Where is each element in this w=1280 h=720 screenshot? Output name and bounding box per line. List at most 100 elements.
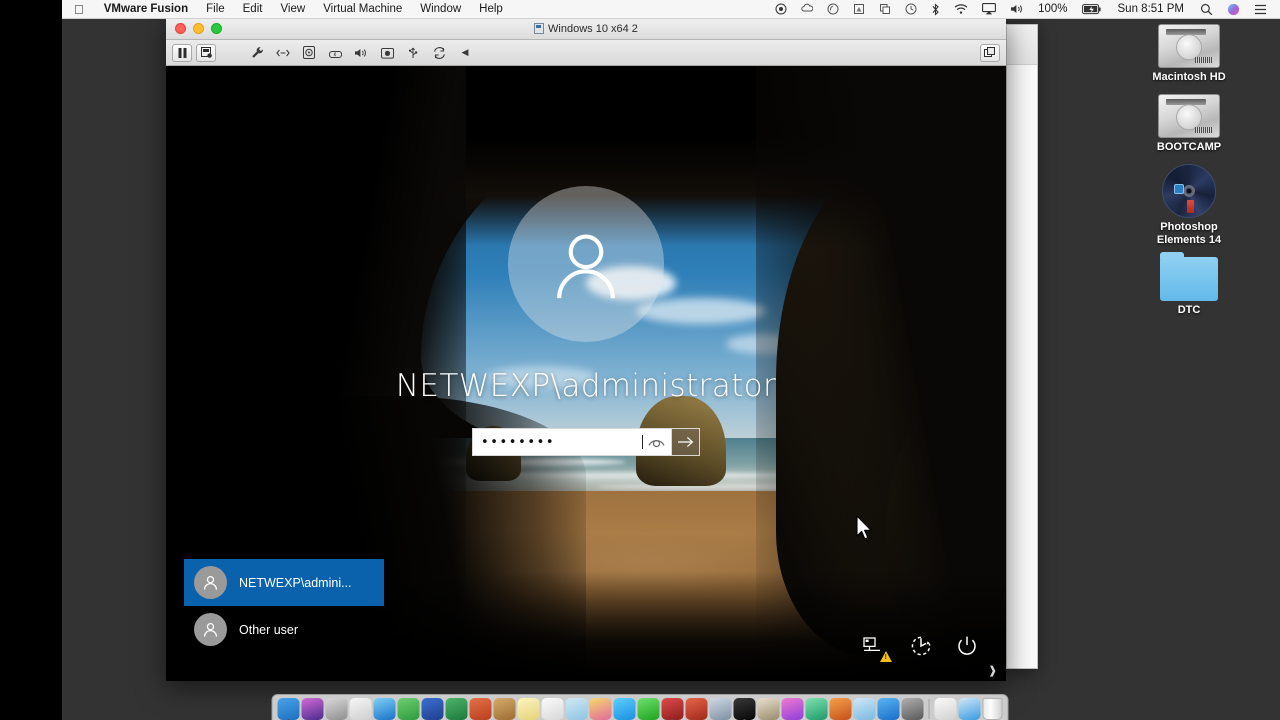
usb-icon[interactable] bbox=[402, 43, 424, 63]
dock-app-google-chrome[interactable] bbox=[349, 698, 372, 720]
dock-app-facetime[interactable] bbox=[637, 698, 660, 720]
menu-view[interactable]: View bbox=[271, 0, 314, 18]
copy-icon[interactable] bbox=[872, 0, 898, 18]
folder-icon bbox=[1160, 252, 1218, 301]
menu-app-name[interactable]: VMware Fusion bbox=[95, 0, 197, 18]
disc-icon bbox=[1162, 164, 1216, 218]
dock-app-microsoft-word[interactable] bbox=[421, 698, 444, 720]
dock-app-microsoft-excel[interactable] bbox=[445, 698, 468, 720]
ease-of-access-icon[interactable] bbox=[908, 633, 934, 659]
menu-file[interactable]: File bbox=[197, 0, 234, 18]
user-list-item-other-user[interactable]: Other user bbox=[184, 606, 384, 653]
sync-icon[interactable] bbox=[428, 43, 450, 63]
unity-view-button[interactable] bbox=[980, 43, 1000, 62]
user-list-item-administrator[interactable]: NETWEXP\admini... bbox=[184, 559, 384, 606]
menu-help[interactable]: Help bbox=[470, 0, 512, 18]
vm-title-icon bbox=[534, 23, 545, 34]
pause-button[interactable] bbox=[172, 43, 192, 62]
person-icon bbox=[557, 234, 615, 299]
volume-icon[interactable] bbox=[1003, 0, 1031, 18]
left-bezel bbox=[0, 0, 62, 720]
user-list-label: Other user bbox=[239, 622, 299, 637]
dock-app-microsoft-powerpoint[interactable] bbox=[469, 698, 492, 720]
dock-app-finder[interactable] bbox=[277, 698, 300, 720]
power-icon[interactable] bbox=[954, 633, 980, 659]
macos-menubar:  VMware Fusion File Edit View Virtual M… bbox=[62, 0, 1280, 19]
wifi-icon[interactable] bbox=[947, 0, 975, 18]
reveal-password-icon[interactable] bbox=[643, 436, 669, 448]
user-avatar bbox=[508, 186, 664, 342]
apple-menu-icon[interactable]:  bbox=[62, 0, 95, 18]
dock-app-vmware-remote[interactable] bbox=[685, 698, 708, 720]
mouse-cursor bbox=[856, 515, 874, 546]
creative-cloud-icon[interactable] bbox=[794, 0, 820, 18]
dropbox-icon[interactable] bbox=[846, 0, 872, 18]
vm-titlebar[interactable]: Windows 10 x64 2 bbox=[166, 18, 1006, 40]
menubar-clock[interactable]: Sun 8:51 PM bbox=[1109, 3, 1193, 15]
dock-app-virtualbox[interactable] bbox=[709, 698, 732, 720]
dock-app-google-drive[interactable] bbox=[397, 698, 420, 720]
record-icon[interactable] bbox=[768, 0, 794, 18]
dock-app-photos[interactable] bbox=[589, 698, 612, 720]
vm-toolbar: ◀ bbox=[166, 40, 1006, 66]
airdrop-icon[interactable] bbox=[820, 0, 846, 18]
dock-app-reminders[interactable] bbox=[541, 698, 564, 720]
submit-password-button[interactable] bbox=[672, 428, 700, 456]
dock-recent-blue-disc[interactable] bbox=[958, 698, 981, 720]
background-window[interactable] bbox=[1006, 24, 1038, 669]
settings-wrench-icon[interactable] bbox=[246, 43, 268, 63]
menu-edit[interactable]: Edit bbox=[234, 0, 272, 18]
notification-center-icon[interactable] bbox=[1247, 0, 1274, 18]
dock-recent-document-stack[interactable] bbox=[934, 698, 957, 720]
dock-app-safari[interactable] bbox=[373, 698, 396, 720]
dock-app-notes[interactable] bbox=[517, 698, 540, 720]
dock-app-system-preferences[interactable] bbox=[901, 698, 924, 720]
sound-icon[interactable] bbox=[350, 43, 372, 63]
avatar bbox=[194, 613, 227, 646]
search-icon[interactable] bbox=[1193, 0, 1220, 18]
dock-app-handbrake[interactable] bbox=[805, 698, 828, 720]
network-status-icon[interactable] bbox=[862, 633, 892, 662]
hard-disk-icon[interactable] bbox=[298, 43, 320, 63]
user-list-label: NETWEXP\admini... bbox=[239, 575, 352, 590]
dock-app-launchpad[interactable] bbox=[325, 698, 348, 720]
harddisk-icon bbox=[1158, 94, 1220, 138]
background-window-titlebar bbox=[1007, 25, 1037, 65]
person-icon bbox=[203, 575, 218, 590]
menu-window[interactable]: Window bbox=[411, 0, 470, 18]
collapse-arrow-icon[interactable]: ◀ bbox=[454, 43, 476, 63]
desktop-icon-dtc[interactable]: DTC bbox=[1134, 252, 1244, 317]
window-resize-handle[interactable]: ❱ bbox=[988, 664, 997, 677]
desktop-icon-label: Macintosh HD bbox=[1152, 71, 1226, 83]
dock-app-siri[interactable] bbox=[301, 698, 324, 720]
dock-app-contacts[interactable] bbox=[493, 698, 516, 720]
password-input[interactable]: •••••••• bbox=[472, 428, 672, 456]
lockscreen-controls bbox=[862, 633, 980, 662]
dock-app-ibooks[interactable] bbox=[829, 698, 852, 720]
desktop-icon-macintosh-hd[interactable]: Macintosh HD bbox=[1134, 24, 1244, 84]
dock-app-gimp[interactable] bbox=[757, 698, 780, 720]
battery-icon[interactable] bbox=[1075, 0, 1109, 18]
snapshot-button[interactable] bbox=[196, 43, 216, 62]
desktop-icon-bootcamp[interactable]: BOOTCAMP bbox=[1134, 94, 1244, 154]
dock-trash-icon[interactable] bbox=[982, 698, 1003, 720]
dock-app-airdrop[interactable] bbox=[853, 698, 876, 720]
dock-app-messages[interactable] bbox=[613, 698, 636, 720]
printer-icon[interactable] bbox=[324, 43, 346, 63]
dock-app-vmware-fusion[interactable] bbox=[661, 698, 684, 720]
airplay-icon[interactable] bbox=[975, 0, 1003, 18]
dock-app-maps[interactable] bbox=[565, 698, 588, 720]
battery-percent-label[interactable]: 100% bbox=[1031, 0, 1074, 18]
vmware-fusion-window: Windows 10 x64 2 ◀ NETWEXP\administrator… bbox=[166, 18, 1006, 681]
vm-window-title: Windows 10 x64 2 bbox=[548, 22, 638, 35]
dock-app-app-store[interactable] bbox=[877, 698, 900, 720]
menu-virtual-machine[interactable]: Virtual Machine bbox=[314, 0, 411, 18]
time-machine-icon[interactable] bbox=[898, 0, 924, 18]
dock-app-itunes[interactable] bbox=[781, 698, 804, 720]
camera-icon[interactable] bbox=[376, 43, 398, 63]
siri-icon[interactable] bbox=[1220, 0, 1247, 18]
bluetooth-icon[interactable] bbox=[924, 0, 947, 18]
dock-app-terminal[interactable] bbox=[733, 698, 756, 720]
network-icon[interactable] bbox=[272, 43, 294, 63]
desktop-icon-photoshop-elements-14[interactable]: Photoshop Elements 14 bbox=[1134, 164, 1244, 247]
